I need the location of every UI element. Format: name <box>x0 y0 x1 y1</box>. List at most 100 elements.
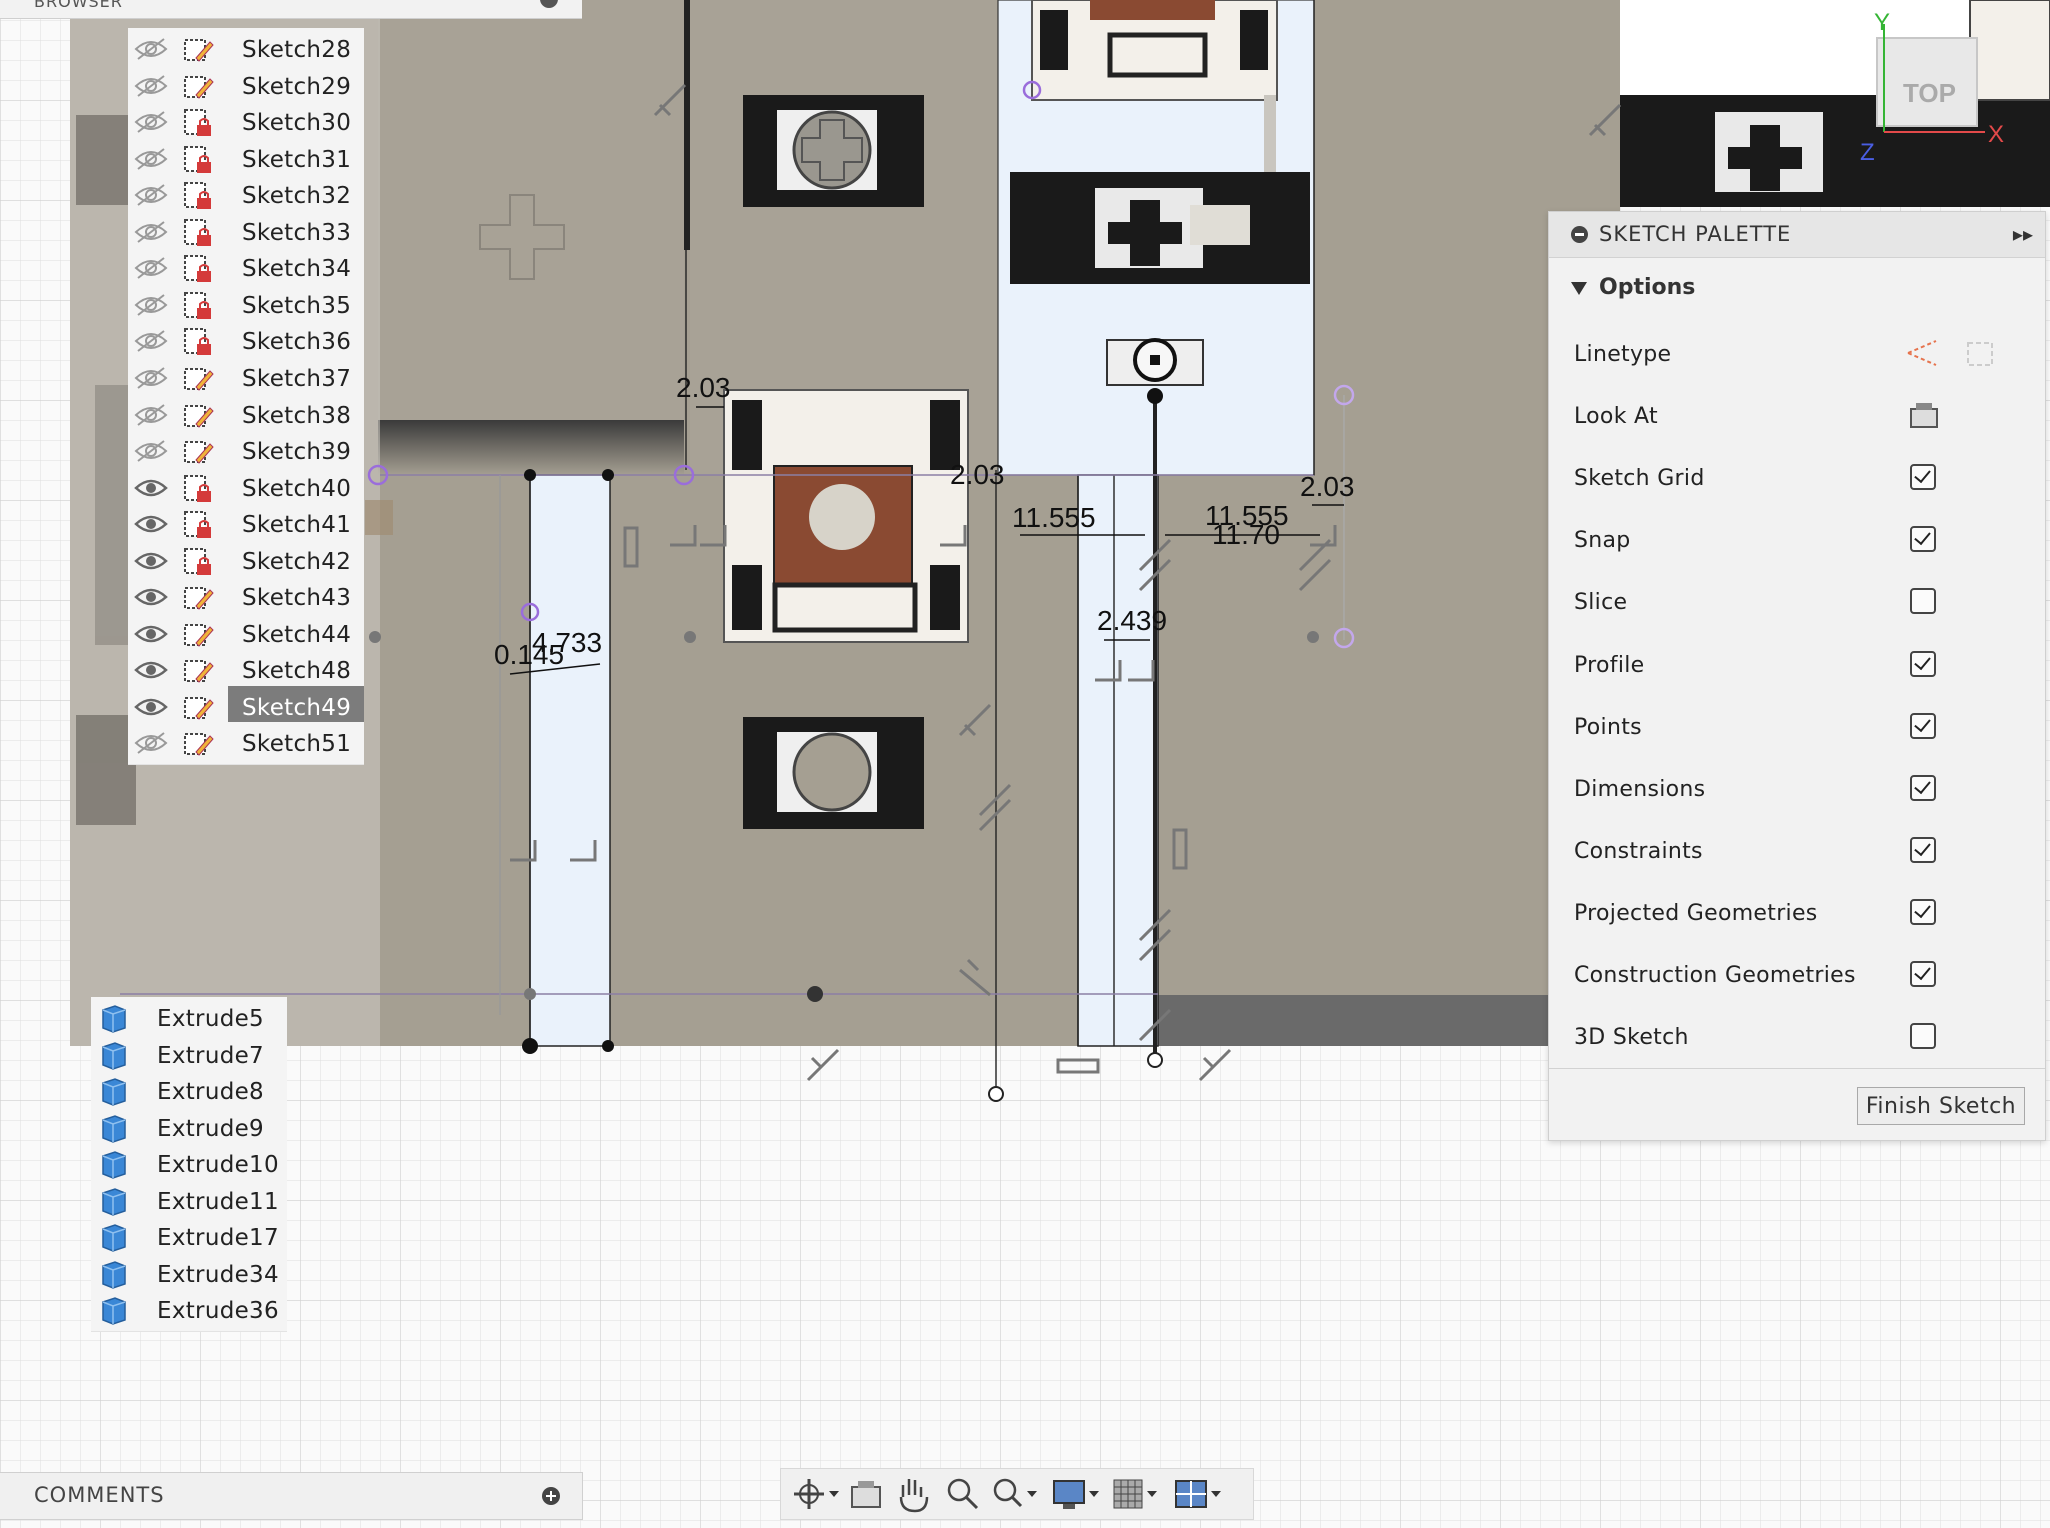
browser-header[interactable]: BROWSER <box>0 0 582 19</box>
palette-option-look-at: Look At <box>1574 397 2014 437</box>
sketch-label: Sketch44 <box>242 621 352 648</box>
eye-icon[interactable] <box>134 695 168 719</box>
sketch-locked-icon <box>182 253 214 285</box>
zoom-icon[interactable] <box>943 1475 993 1513</box>
constraints-checkbox[interactable] <box>1910 836 1936 863</box>
options-heading-label: Options <box>1599 275 1696 300</box>
display-settings-icon[interactable] <box>1051 1475 1101 1513</box>
sketch-label: Sketch37 <box>242 365 352 392</box>
add-comment-icon[interactable] <box>542 1487 560 1505</box>
eye-hidden-icon[interactable] <box>134 183 168 207</box>
body-label: Extrude36 <box>157 1298 279 1325</box>
sketch-icon <box>182 400 214 432</box>
sketch-locked-icon <box>182 217 214 249</box>
sketch-icon <box>182 34 214 66</box>
body-label: Extrude34 <box>157 1261 279 1288</box>
3d-sketch-checkbox[interactable] <box>1910 1023 1936 1050</box>
axis-y-label: Y <box>1874 9 1890 36</box>
sketch-label: Sketch38 <box>242 402 352 429</box>
collapse-triangle-icon <box>1571 281 1587 295</box>
sketch-icon <box>182 436 214 468</box>
option-label: Linetype <box>1574 342 1672 367</box>
comments-panel[interactable]: COMMENTS <box>0 1472 583 1520</box>
palette-option-profile: Profile <box>1574 646 2014 686</box>
projected-geometries-checkbox[interactable] <box>1910 898 1936 925</box>
slice-checkbox[interactable] <box>1910 588 1936 615</box>
sketch-icon <box>182 728 214 760</box>
eye-hidden-icon[interactable] <box>134 37 168 61</box>
eye-icon[interactable] <box>134 512 168 536</box>
centerline-linetype-icon[interactable] <box>1962 337 1998 373</box>
tactile-switch <box>723 389 969 643</box>
points-checkbox[interactable] <box>1910 712 1936 739</box>
eye-hidden-icon[interactable] <box>134 329 168 353</box>
eye-icon[interactable] <box>134 622 168 646</box>
sketch-locked-icon <box>182 546 214 578</box>
option-label: Projected Geometries <box>1574 900 1818 926</box>
eye-hidden-icon[interactable] <box>134 293 168 317</box>
minimize-icon[interactable] <box>1571 226 1588 243</box>
option-label: Points <box>1574 714 1642 740</box>
grid-settings-icon[interactable] <box>1111 1475 1161 1513</box>
option-label: Sketch Grid <box>1574 466 1705 492</box>
look-at-icon[interactable] <box>847 1475 897 1513</box>
eye-hidden-icon[interactable] <box>134 403 168 427</box>
sketch-grid-checkbox[interactable] <box>1910 464 1936 491</box>
body-label: Extrude7 <box>157 1042 264 1069</box>
browser-sketch-item[interactable]: Sketch51 <box>128 722 364 766</box>
browser-body-item[interactable]: Extrude36 <box>91 1289 287 1333</box>
comments-title: COMMENTS <box>34 1483 165 1507</box>
option-label: Slice <box>1574 590 1628 616</box>
profile-checkbox[interactable] <box>1910 650 1936 677</box>
eye-hidden-icon[interactable] <box>134 147 168 171</box>
options-heading[interactable]: Options <box>1571 275 1695 300</box>
option-label: Profile <box>1574 652 1645 678</box>
extrude-body-icon <box>99 1294 129 1326</box>
sketch-icon <box>182 363 214 395</box>
eye-hidden-icon[interactable] <box>134 439 168 463</box>
eye-icon[interactable] <box>134 658 168 682</box>
sketch-label: Sketch36 <box>242 329 352 356</box>
axis-x-label: X <box>1988 121 2004 148</box>
sketch-label: Sketch28 <box>242 37 352 63</box>
extrude-body-icon <box>99 1258 129 1290</box>
navigation-toolbar <box>780 1468 1254 1520</box>
snap-checkbox[interactable] <box>1910 526 1936 553</box>
eye-hidden-icon[interactable] <box>134 74 168 98</box>
palette-option-construction-geometries: Construction Geometries <box>1574 956 2014 996</box>
option-label: Look At <box>1574 404 1658 430</box>
dimensions-checkbox[interactable] <box>1910 774 1936 801</box>
eye-hidden-icon[interactable] <box>134 256 168 280</box>
palette-option-snap: Snap <box>1574 521 2014 561</box>
sketch-icon <box>182 71 214 103</box>
zoom-window-icon[interactable] <box>989 1475 1039 1513</box>
eye-icon[interactable] <box>134 476 168 500</box>
eye-icon[interactable] <box>134 585 168 609</box>
eye-icon[interactable] <box>134 549 168 573</box>
viewports-icon[interactable] <box>1173 1475 1223 1513</box>
eye-hidden-icon[interactable] <box>134 110 168 134</box>
option-label: Snap <box>1574 528 1631 554</box>
eye-hidden-icon[interactable] <box>134 220 168 244</box>
pan-icon[interactable] <box>893 1475 943 1513</box>
dimension-value: 2.03 <box>1300 471 1355 502</box>
sketch-label: Sketch40 <box>242 475 352 502</box>
button-holder-bottom <box>743 717 924 829</box>
sketch-label: Sketch43 <box>242 585 352 612</box>
construction-geometries-checkbox[interactable] <box>1910 961 1936 987</box>
sketch-label: Sketch48 <box>242 658 352 685</box>
option-label: Construction Geometries <box>1574 963 1856 988</box>
eye-hidden-icon[interactable] <box>134 366 168 390</box>
construction-linetype-icon[interactable] <box>1904 337 1940 373</box>
orbit-icon[interactable] <box>789 1475 839 1513</box>
palette-header[interactable]: SKETCH PALETTE ▸▸ <box>1549 212 2045 258</box>
palette-option-dimensions: Dimensions <box>1574 770 2014 810</box>
option-label: Constraints <box>1574 838 1703 864</box>
finish-sketch-button[interactable]: Finish Sketch <box>1857 1087 2025 1125</box>
browser-collapse-icon[interactable] <box>540 0 558 8</box>
look-at-icon[interactable] <box>1908 399 1940 435</box>
eye-hidden-icon[interactable] <box>134 731 168 755</box>
sketch-locked-icon <box>182 180 214 212</box>
option-label: 3D Sketch <box>1574 1025 1689 1051</box>
expand-icon[interactable]: ▸▸ <box>2013 222 2033 246</box>
